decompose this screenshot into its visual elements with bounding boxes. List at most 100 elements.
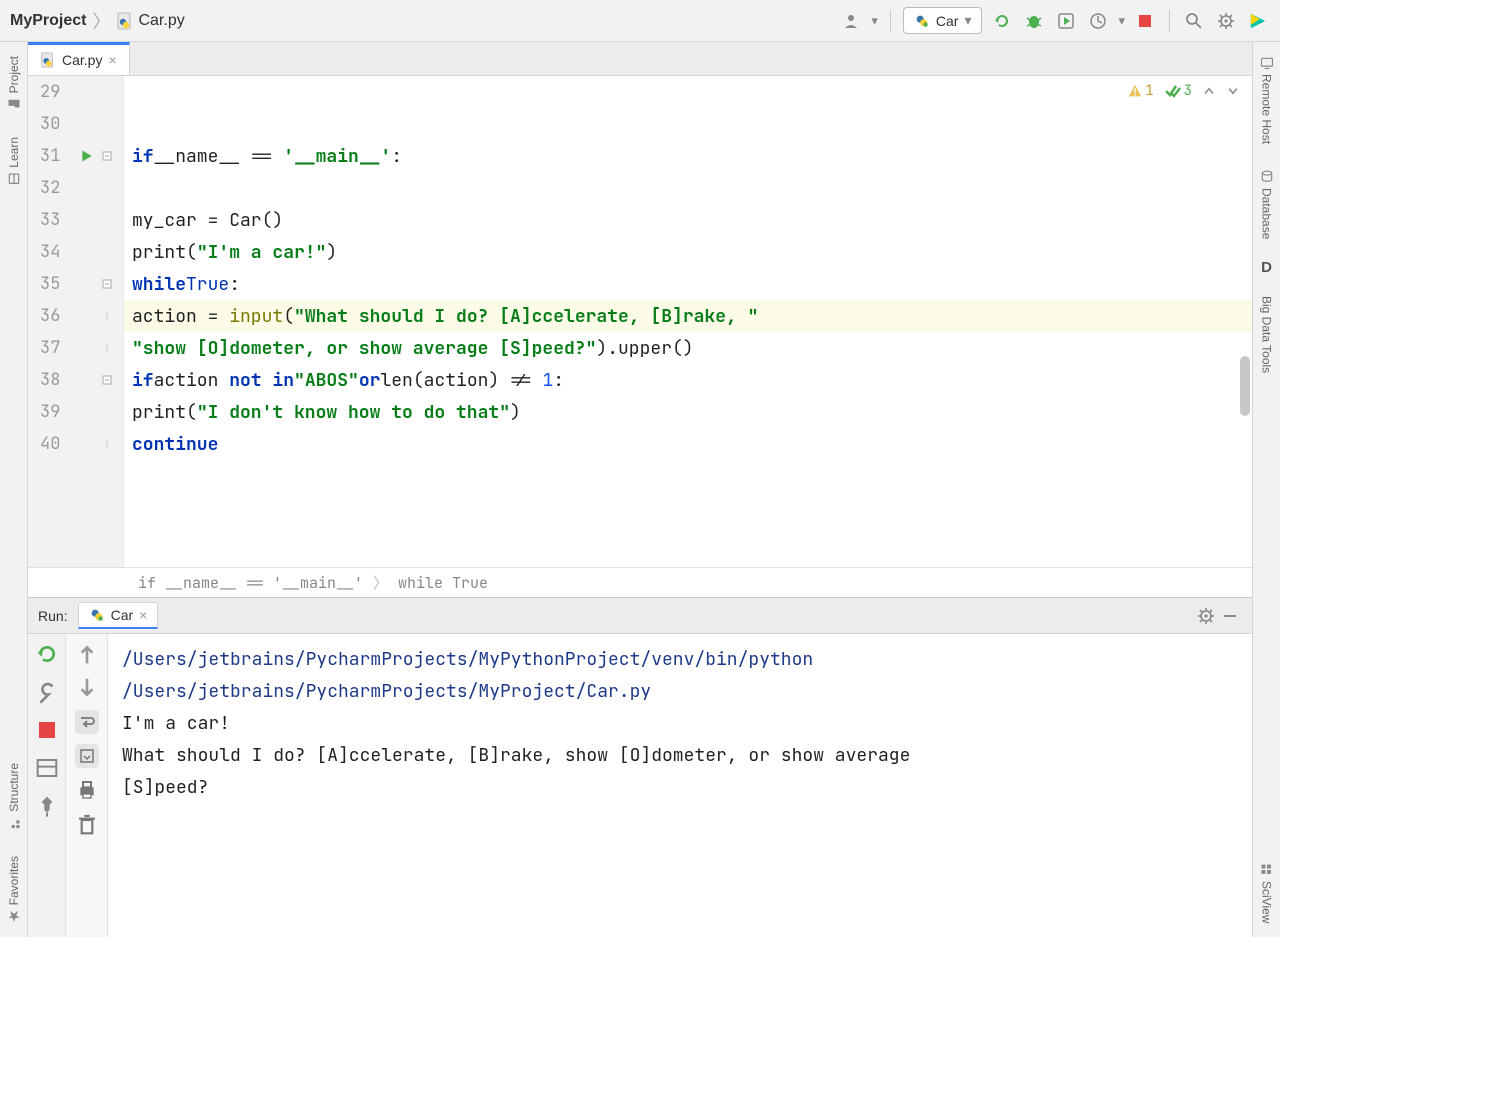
favorites-tool-button[interactable]: Favorites	[7, 850, 21, 929]
code-line[interactable]: if __name__ == '__main__':	[124, 140, 1252, 172]
wrench-icon[interactable]	[35, 680, 59, 704]
run-tool-window: Run: Car ×	[28, 597, 1252, 937]
gear-icon[interactable]	[1194, 604, 1218, 628]
line-number: 34	[28, 241, 80, 263]
fold-icon[interactable]	[96, 375, 118, 385]
code-line[interactable]: while True:	[124, 268, 1252, 300]
run-left-toolbar	[28, 634, 66, 937]
code-line[interactable]: print("I don't know how to do that")	[124, 396, 1252, 428]
close-tab-icon[interactable]: ×	[108, 52, 116, 68]
trash-icon[interactable]	[75, 812, 99, 836]
code-line[interactable]: if action not in "ABOS" or len(action) !…	[124, 364, 1252, 396]
arrow-up-icon[interactable]	[75, 642, 99, 666]
project-tool-button[interactable]: Project	[7, 50, 21, 117]
line-number: 39	[28, 401, 80, 423]
right-tool-rail: Remote Host Database D Big Data Tools Sc…	[1252, 42, 1280, 937]
editor-gutter: 29 3031 32 33 34 35 36 37 38 39 40	[28, 76, 124, 567]
run-panel-label: Run:	[38, 608, 68, 624]
code-line[interactable]	[124, 76, 1252, 108]
chevron-down-icon[interactable]: ▾	[1118, 13, 1125, 29]
fold-guide	[96, 343, 118, 353]
run-console[interactable]: /Users/jetbrains/PycharmProjects/MyPytho…	[108, 634, 1252, 937]
code-line[interactable]: print("I'm a car!")	[124, 236, 1252, 268]
close-icon[interactable]: ×	[139, 607, 147, 623]
line-number: 32	[28, 177, 80, 199]
run-tab-car[interactable]: Car ×	[78, 602, 159, 629]
pin-icon[interactable]	[35, 794, 59, 818]
gutter-row[interactable]: 34	[28, 236, 123, 268]
gutter-row[interactable]: 39	[28, 396, 123, 428]
code-line[interactable]: action = input("What should I do? [A]cce…	[124, 300, 1252, 332]
console-line: I'm a car!	[122, 708, 1238, 740]
minimize-icon[interactable]	[1218, 604, 1242, 628]
run-line-icon[interactable]	[80, 149, 96, 163]
inspection-widget[interactable]: 1 3	[1127, 82, 1240, 100]
line-number: 36	[28, 305, 80, 327]
code-editor[interactable]: 293031323334353637383940 1 3 if __name__…	[28, 76, 1252, 567]
fold-guide	[96, 439, 118, 449]
gutter-row[interactable]: 40	[28, 428, 123, 460]
fold-guide	[96, 311, 118, 321]
gutter-row[interactable]: 31	[28, 140, 123, 172]
chevron-up-icon[interactable]	[1202, 84, 1216, 98]
gutter-row[interactable]: 36	[28, 300, 123, 332]
gear-icon[interactable]	[1214, 9, 1238, 33]
editor-tab-car[interactable]: Car.py ×	[28, 42, 130, 75]
gutter-row[interactable]: 37	[28, 332, 123, 364]
arrow-down-icon[interactable]	[75, 676, 99, 700]
console-line: [S]peed?	[122, 772, 1238, 804]
python-file-icon	[40, 52, 56, 68]
jetbrains-icon[interactable]	[1246, 9, 1270, 33]
run-config-selector[interactable]: Car ▾	[903, 7, 983, 34]
code-line[interactable]: "show [O]dometer, or show average [S]pee…	[124, 332, 1252, 364]
chevron-down-icon: ▾	[964, 12, 971, 29]
scrollbar-thumb[interactable]	[1240, 356, 1250, 416]
coverage-button[interactable]	[1054, 9, 1078, 33]
search-icon[interactable]	[1182, 9, 1206, 33]
gutter-row[interactable]: 35	[28, 268, 123, 300]
chevron-down-icon[interactable]	[1226, 84, 1240, 98]
line-number: 35	[28, 273, 80, 295]
d-tool-button[interactable]: D	[1261, 259, 1272, 276]
structure-tool-button[interactable]: Structure	[7, 757, 21, 836]
scroll-to-end-icon[interactable]	[75, 744, 99, 768]
code-content[interactable]: 1 3 if __name__ == '__main__': my_car = …	[124, 76, 1252, 567]
sciview-tool-button[interactable]: SciView	[1260, 857, 1274, 929]
soft-wrap-icon[interactable]	[75, 710, 99, 734]
breadcrumb-project[interactable]: MyProject	[10, 12, 86, 30]
line-number: 29	[28, 81, 80, 103]
gutter-row[interactable]: 30	[28, 108, 123, 140]
profile-button[interactable]	[1086, 9, 1110, 33]
user-icon[interactable]	[839, 9, 863, 33]
database-tool-button[interactable]: Database	[1260, 164, 1274, 245]
print-icon[interactable]	[75, 778, 99, 802]
line-number: 37	[28, 337, 80, 359]
warning-icon[interactable]: 1	[1127, 82, 1153, 100]
console-line: /Users/jetbrains/PycharmProjects/MyProje…	[122, 676, 1238, 708]
editor-breadcrumb[interactable]: if __name__ == '__main__' 〉 while True	[28, 567, 1252, 597]
code-line[interactable]: my_car = Car()	[124, 204, 1252, 236]
code-line[interactable]	[124, 172, 1252, 204]
line-number: 40	[28, 433, 80, 455]
layout-icon[interactable]	[35, 756, 59, 780]
learn-tool-button[interactable]: Learn	[7, 131, 21, 192]
checkmark-icon[interactable]: 3	[1164, 82, 1192, 100]
debug-button[interactable]	[1022, 9, 1046, 33]
code-line[interactable]	[124, 108, 1252, 140]
code-line[interactable]: continue	[124, 428, 1252, 460]
run-button[interactable]	[990, 9, 1014, 33]
gutter-row[interactable]: 32	[28, 172, 123, 204]
gutter-row[interactable]: 33	[28, 204, 123, 236]
gutter-row[interactable]: 38	[28, 364, 123, 396]
gutter-row[interactable]: 29	[28, 76, 123, 108]
remote-host-tool-button[interactable]: Remote Host	[1260, 50, 1274, 150]
rerun-button[interactable]	[35, 642, 59, 666]
fold-icon[interactable]	[96, 279, 118, 289]
stop-button[interactable]	[1133, 9, 1157, 33]
breadcrumb-file[interactable]: Car.py	[116, 12, 184, 30]
chevron-right-icon: 〉	[92, 8, 110, 34]
stop-button[interactable]	[35, 718, 59, 742]
fold-icon[interactable]	[96, 151, 118, 161]
chevron-down-icon[interactable]: ▾	[871, 13, 878, 29]
big-data-tool-button[interactable]: Big Data Tools	[1260, 290, 1274, 379]
